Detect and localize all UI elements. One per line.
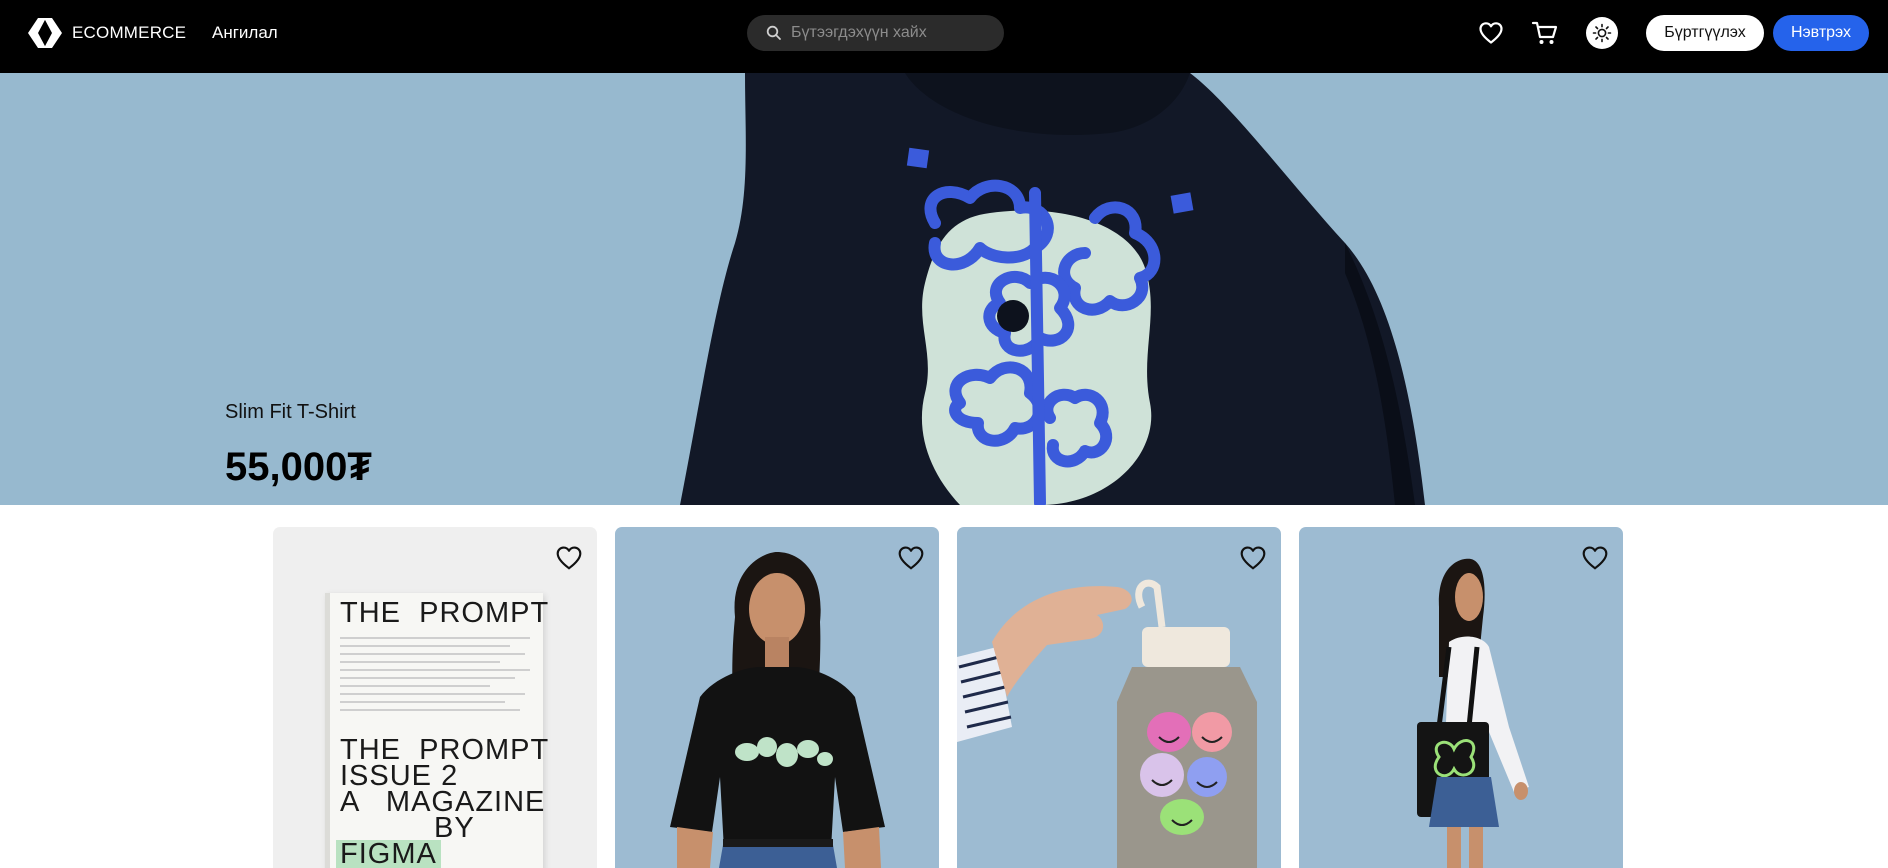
login-button[interactable]: Нэвтрэх [1773,15,1869,51]
wishlist-button[interactable] [1474,16,1508,50]
magazine-cover-line: BY [434,812,475,844]
sun-icon [1592,23,1612,43]
hero-product-image [680,73,1425,505]
search-bar[interactable] [747,15,1004,51]
heart-icon [1479,22,1503,44]
heart-icon[interactable] [1239,545,1267,571]
product-card[interactable] [615,527,939,868]
hero-banner[interactable]: Slim Fit T-Shirt 55,000₮ [0,73,1888,505]
magazine-cover-line: FIGMA [336,840,441,868]
search-icon [766,25,781,40]
heart-icon[interactable] [1581,545,1609,571]
brand-logo[interactable] [26,16,64,50]
brand-name[interactable]: ECOMMERCE [72,23,186,43]
top-navigation-bar: ECOMMERCE Ангилал Бүтээгдэхүүн хайх Бүрт… [0,0,1888,73]
search-input[interactable] [791,15,991,51]
product-card[interactable]: THE PROMPT THE PROMPT ISSUE 2 A MAGAZINE… [273,527,597,868]
theme-toggle-button[interactable] [1586,17,1618,49]
cart-button[interactable] [1528,16,1562,50]
product-image [670,552,885,868]
cart-icon [1531,21,1558,44]
product-image [957,579,1257,868]
heart-icon[interactable] [555,545,583,571]
product-card[interactable] [1299,527,1623,868]
register-button[interactable]: Бүртгүүлэх [1646,15,1764,51]
heart-icon[interactable] [897,545,925,571]
magazine-cover-image: THE PROMPT THE PROMPT ISSUE 2 A MAGAZINE… [325,593,548,868]
hero-product-name: Slim Fit T-Shirt [225,401,356,423]
magazine-cover-title: THE PROMPT [340,597,550,629]
hero-product-price: 55,000₮ [225,445,372,489]
product-card[interactable] [957,527,1281,868]
brand-logo-icon[interactable] [26,16,64,50]
product-image [1417,558,1529,868]
nav-category-link[interactable]: Ангилал [212,23,278,43]
